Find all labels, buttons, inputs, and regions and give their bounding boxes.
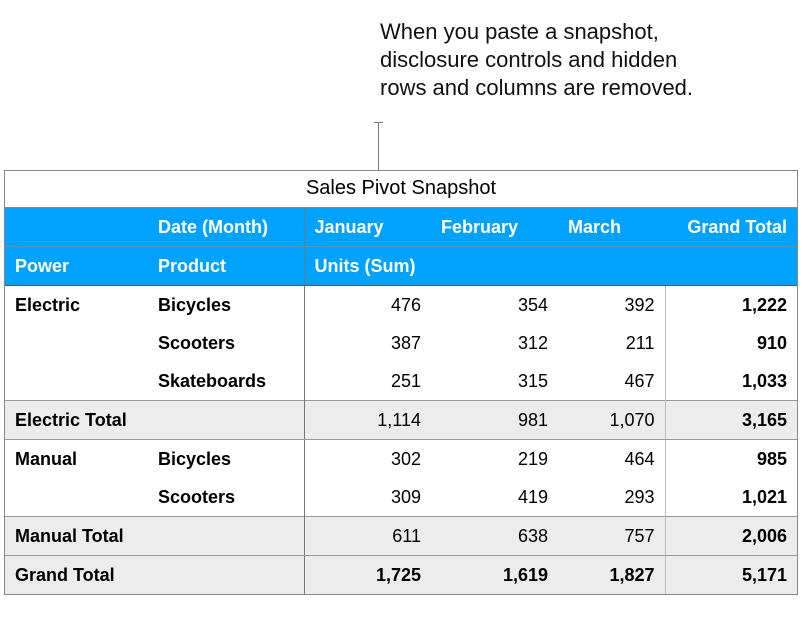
- header-date-month: Date (Month): [148, 208, 304, 247]
- subtotal-row: Manual Total 611 638 757 2,006: [5, 517, 797, 556]
- cell: 757: [558, 517, 665, 556]
- cell: 387: [304, 324, 431, 362]
- header-blank: [5, 208, 148, 247]
- subtotal-label: Electric Total: [5, 401, 304, 440]
- header-product: Product: [148, 247, 304, 286]
- grand-total-row: Grand Total 1,725 1,619 1,827 5,171: [5, 556, 797, 595]
- table-row: Scooters 309 419 293 1,021: [5, 478, 797, 517]
- cell: 211: [558, 324, 665, 362]
- row-total: 1,033: [665, 362, 797, 401]
- header-power: Power: [5, 247, 148, 286]
- product-label: Scooters: [148, 478, 304, 517]
- row-total: 3,165: [665, 401, 797, 440]
- row-total: 1,222: [665, 286, 797, 325]
- header-units: Units (Sum): [304, 247, 665, 286]
- cell: 1,619: [431, 556, 558, 595]
- pivot-table: Sales Pivot Snapshot Date (Month) Januar…: [4, 170, 798, 595]
- callout-text: When you paste a snapshot, disclosure co…: [380, 18, 700, 102]
- cell: 981: [431, 401, 558, 440]
- table-title: Sales Pivot Snapshot: [5, 171, 797, 208]
- header-month-1: February: [431, 208, 558, 247]
- cell: 293: [558, 478, 665, 517]
- cell: 476: [304, 286, 431, 325]
- table-row: Electric Bicycles 476 354 392 1,222: [5, 286, 797, 325]
- row-total: 5,171: [665, 556, 797, 595]
- table-row: Manual Bicycles 302 219 464 985: [5, 440, 797, 479]
- header-month-0: January: [304, 208, 431, 247]
- cell: 302: [304, 440, 431, 479]
- cell: 315: [431, 362, 558, 401]
- callout: When you paste a snapshot, disclosure co…: [380, 18, 700, 102]
- table-row: Skateboards 251 315 467 1,033: [5, 362, 797, 401]
- cell: 467: [558, 362, 665, 401]
- subtotal-row: Electric Total 1,114 981 1,070 3,165: [5, 401, 797, 440]
- header-row-1: Date (Month) January February March Gran…: [5, 208, 797, 247]
- table-body: Date (Month) January February March Gran…: [5, 208, 797, 594]
- group-label: Electric: [5, 286, 148, 325]
- cell: 611: [304, 517, 431, 556]
- table-row: Scooters 387 312 211 910: [5, 324, 797, 362]
- header-blank-2: [665, 247, 797, 286]
- group-label: Manual: [5, 440, 148, 479]
- cell: 1,070: [558, 401, 665, 440]
- grand-total-label: Grand Total: [5, 556, 304, 595]
- cell: 392: [558, 286, 665, 325]
- product-label: Scooters: [148, 324, 304, 362]
- row-total: 910: [665, 324, 797, 362]
- header-month-2: March: [558, 208, 665, 247]
- row-total: 2,006: [665, 517, 797, 556]
- row-total: 985: [665, 440, 797, 479]
- cell: 464: [558, 440, 665, 479]
- cell: 354: [431, 286, 558, 325]
- header-row-2: Power Product Units (Sum): [5, 247, 797, 286]
- cell: 1,114: [304, 401, 431, 440]
- cell: 1,827: [558, 556, 665, 595]
- cell: 638: [431, 517, 558, 556]
- cell: 1,725: [304, 556, 431, 595]
- product-label: Skateboards: [148, 362, 304, 401]
- cell: 312: [431, 324, 558, 362]
- cell: 419: [431, 478, 558, 517]
- cell: 251: [304, 362, 431, 401]
- header-grand-total: Grand Total: [665, 208, 797, 247]
- cell: 219: [431, 440, 558, 479]
- product-label: Bicycles: [148, 286, 304, 325]
- product-label: Bicycles: [148, 440, 304, 479]
- row-total: 1,021: [665, 478, 797, 517]
- cell: 309: [304, 478, 431, 517]
- subtotal-label: Manual Total: [5, 517, 304, 556]
